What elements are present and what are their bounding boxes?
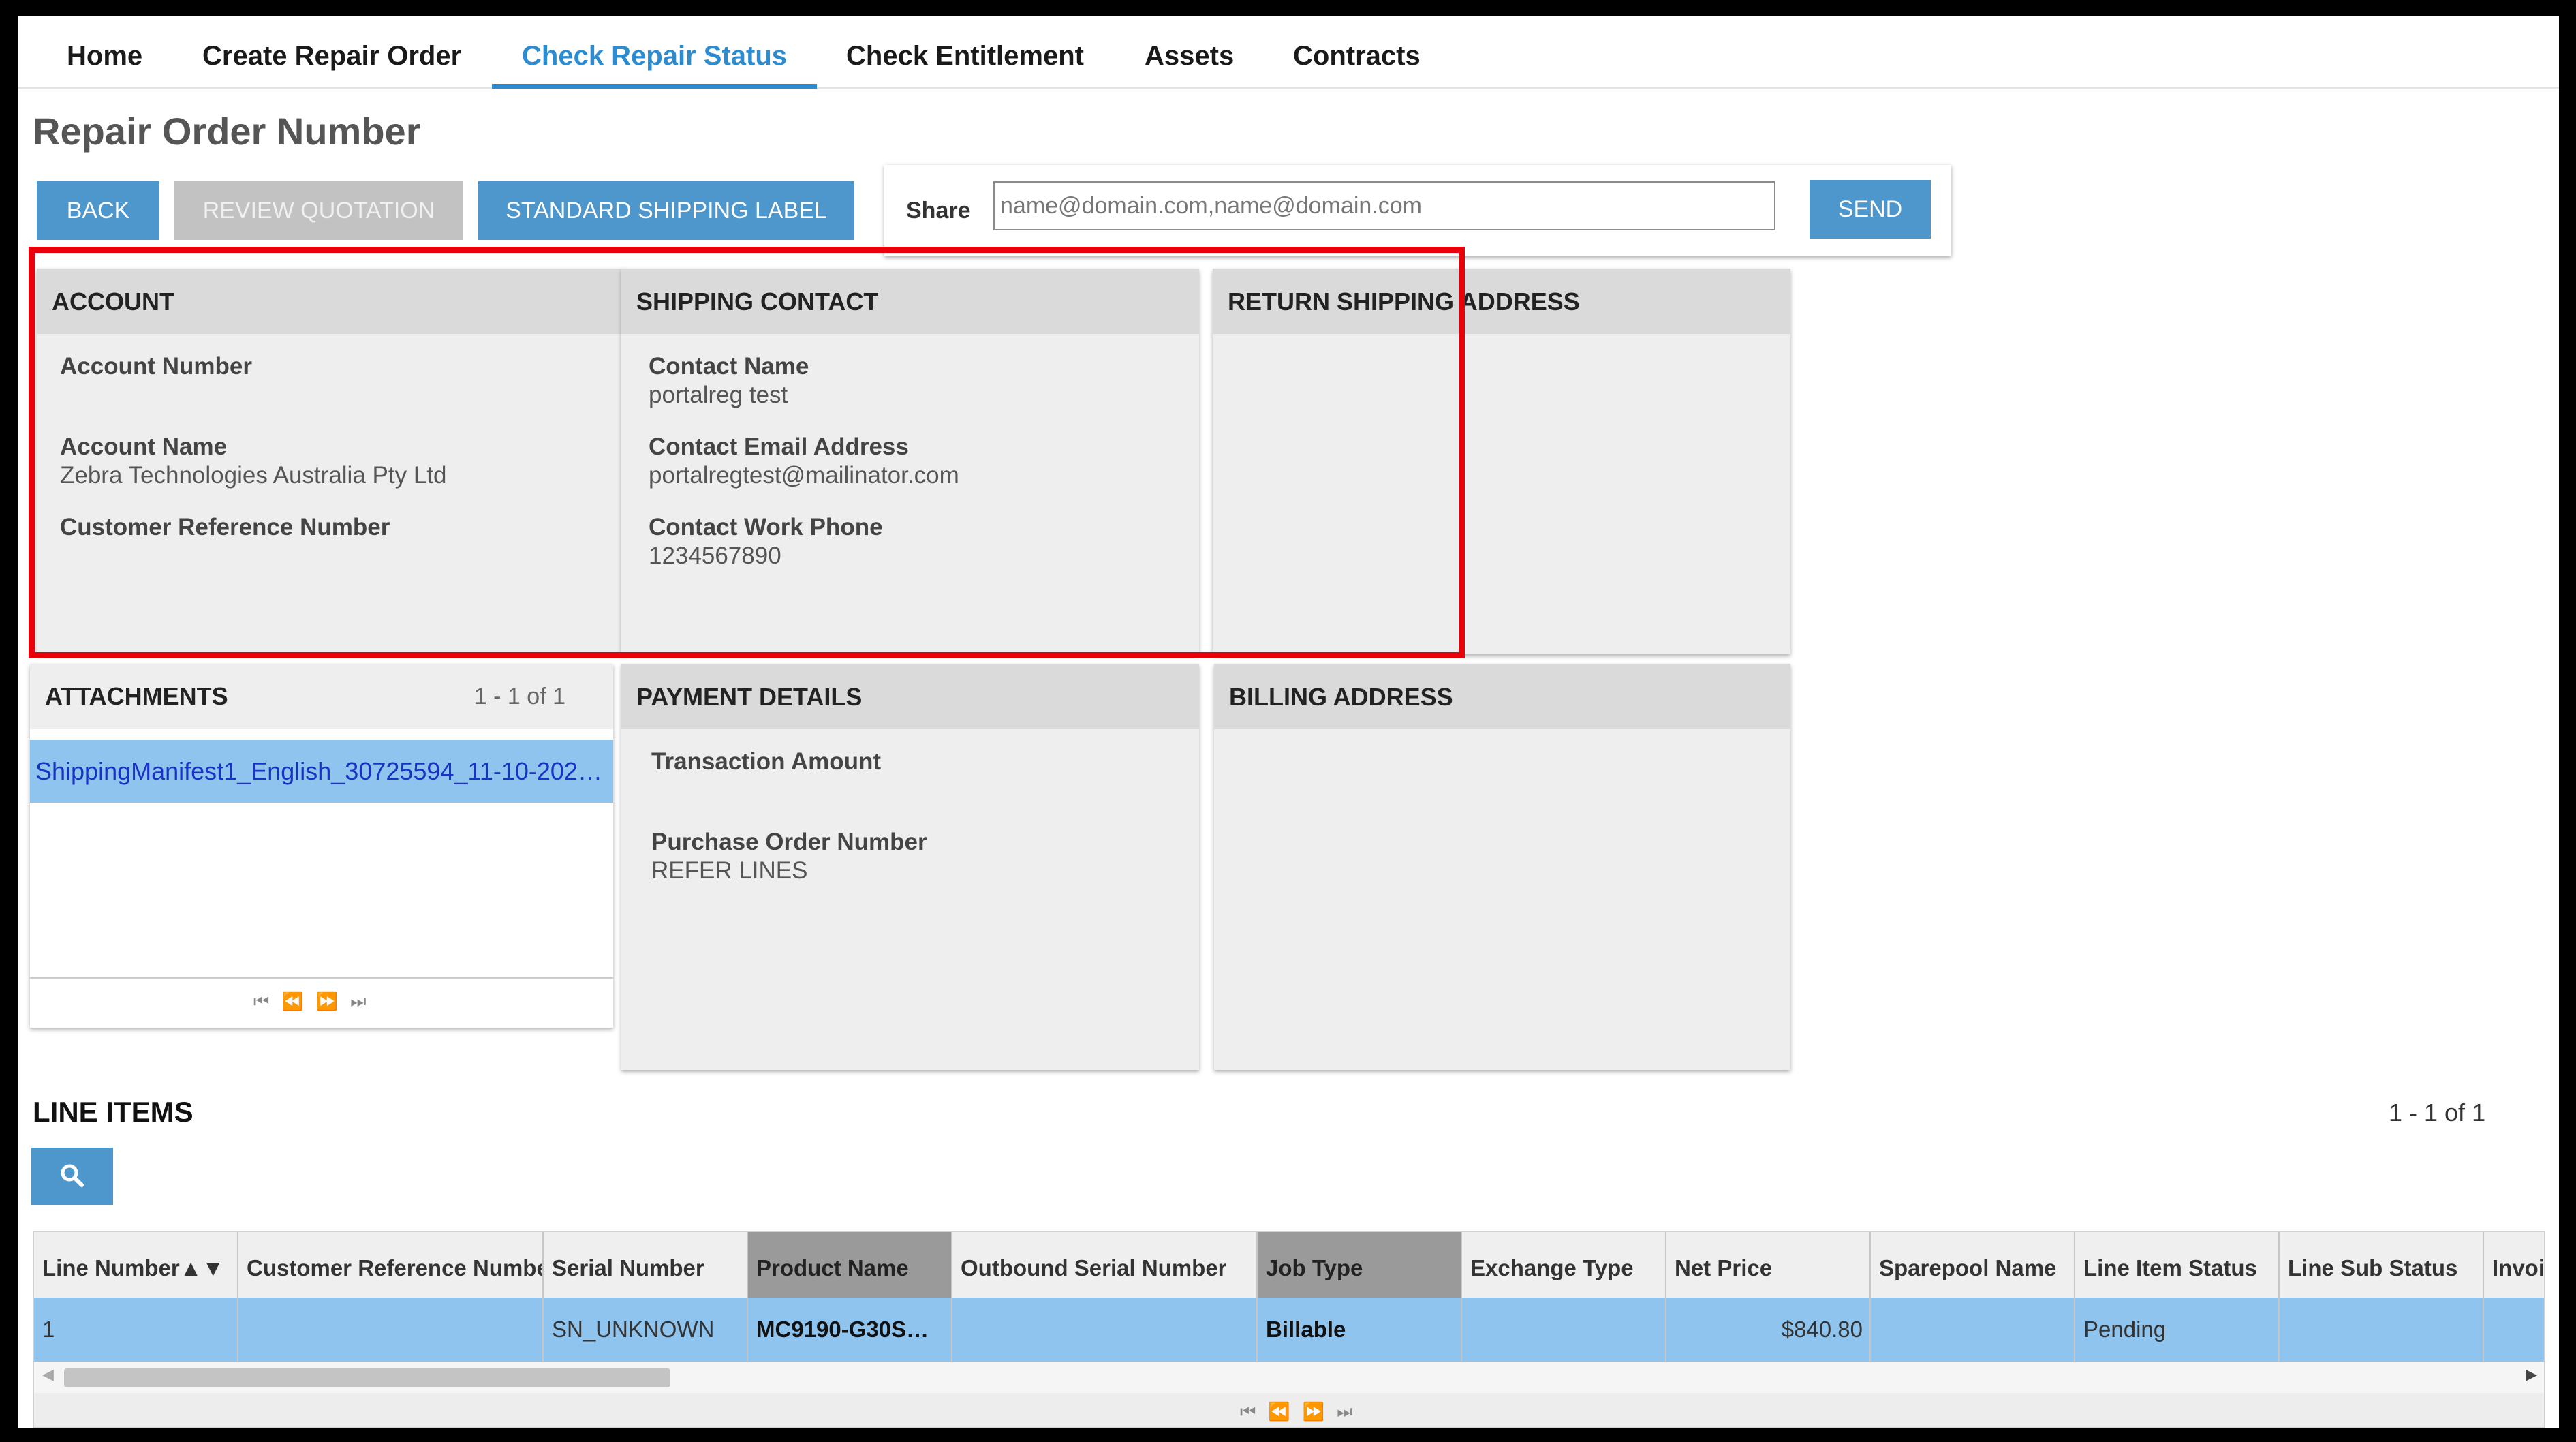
shipping-contact-title: SHIPPING CONTACT (621, 269, 1199, 334)
pager-icons[interactable]: ⏮⏪⏩⏭ (253, 991, 379, 1013)
search-icon (61, 1164, 84, 1187)
cell-line-sub-status (2280, 1298, 2484, 1362)
attachments-header: ATTACHMENTS 1 - 1 of 1 (30, 664, 613, 729)
page-title: Repair Order Number (33, 110, 421, 153)
billing-address-title: BILLING ADDRESS (1214, 664, 1790, 729)
contact-phone-value: 1234567890 (649, 542, 781, 569)
return-shipping-address-title: RETURN SHIPPING ADDRESS (1213, 269, 1790, 334)
cell-serial-number: SN_UNKNOWN (544, 1298, 748, 1362)
contact-email-field: Contact Email Address portalregtest@mail… (649, 433, 959, 489)
contact-email-value: portalregtest@mailinator.com (649, 462, 959, 489)
scrollbar-thumb[interactable] (64, 1368, 670, 1387)
account-panel: ACCOUNT Account Number Account Name Zebr… (37, 269, 625, 654)
purchase-order-field: Purchase Order Number REFER LINES (651, 829, 927, 885)
col-line-item-status[interactable]: Line Item Status (2075, 1232, 2280, 1298)
col-serial-number[interactable]: Serial Number (544, 1232, 748, 1298)
line-items-count: 1 - 1 of 1 (2389, 1099, 2486, 1126)
contact-name-label: Contact Name (649, 353, 809, 380)
attachments-title: ATTACHMENTS (45, 682, 228, 710)
share-label: Share (906, 198, 971, 224)
payment-details-title: PAYMENT DETAILS (621, 664, 1199, 729)
grid-pager-icons[interactable]: ⏮⏪⏩⏭ (1240, 1401, 1365, 1423)
attachments-panel: ATTACHMENTS 1 - 1 of 1 ShippingManifest1… (30, 664, 613, 1028)
contact-phone-label: Contact Work Phone (649, 514, 883, 540)
cell-line-number: 1 (34, 1298, 238, 1362)
standard-shipping-label-button[interactable]: STANDARD SHIPPING LABEL (478, 181, 854, 240)
cell-line-item-status: Pending (2075, 1298, 2280, 1362)
purchase-order-value: REFER LINES (651, 857, 808, 884)
customer-reference-label: Customer Reference Number (60, 514, 390, 540)
col-customer-reference[interactable]: Customer Reference Number (238, 1232, 544, 1298)
scroll-left-icon[interactable]: ◀ (42, 1366, 54, 1383)
contact-name-field: Contact Name portalreg test (649, 353, 809, 409)
account-number-field: Account Number (60, 353, 252, 382)
col-exchange-type[interactable]: Exchange Type (1462, 1232, 1666, 1298)
cell-job-type: Billable (1258, 1298, 1462, 1362)
account-name-label: Account Name (60, 433, 228, 460)
line-items-title: LINE ITEMS (33, 1096, 193, 1128)
cell-product-name: MC9190-G30S… (748, 1298, 952, 1362)
account-title: ACCOUNT (37, 269, 625, 334)
shipping-contact-panel: SHIPPING CONTACT Contact Name portalreg … (621, 269, 1199, 654)
scroll-right-icon[interactable]: ▶ (2526, 1366, 2537, 1383)
tab-contracts[interactable]: Contracts (1293, 16, 1421, 87)
line-items-grid: Line Number▲▼ Customer Reference Number … (33, 1231, 2545, 1428)
app-window: Home Create Repair Order Check Repair St… (18, 16, 2559, 1428)
back-button[interactable]: BACK (37, 181, 159, 240)
horizontal-scrollbar[interactable]: ◀ ▶ (34, 1362, 2544, 1393)
attachment-item[interactable]: ShippingManifest1_English_30725594_11-10… (30, 740, 613, 803)
col-line-sub-status[interactable]: Line Sub Status (2280, 1232, 2484, 1298)
top-nav: Home Create Repair Order Check Repair St… (18, 16, 2559, 89)
col-net-price[interactable]: Net Price (1666, 1232, 1871, 1298)
purchase-order-label: Purchase Order Number (651, 829, 927, 855)
send-button[interactable]: SEND (1810, 180, 1931, 239)
contact-phone-field: Contact Work Phone 1234567890 (649, 514, 883, 570)
return-shipping-address-panel: RETURN SHIPPING ADDRESS (1213, 269, 1790, 654)
col-line-number[interactable]: Line Number▲▼ (34, 1232, 238, 1298)
cell-customer-reference (238, 1298, 544, 1362)
contact-name-value: portalreg test (649, 382, 788, 408)
share-box: Share SEND (884, 165, 1951, 256)
cell-invoice (2484, 1298, 2544, 1362)
tab-assets[interactable]: Assets (1145, 16, 1234, 87)
transaction-amount-field: Transaction Amount (651, 748, 881, 777)
table-row[interactable]: 1 SN_UNKNOWN MC9190-G30S… Billable $840.… (34, 1298, 2544, 1362)
grid-header-row: Line Number▲▼ Customer Reference Number … (34, 1232, 2544, 1298)
attachments-pager: ⏮⏪⏩⏭ (30, 977, 613, 1028)
tab-check-entitlement[interactable]: Check Entitlement (846, 16, 1084, 87)
account-number-label: Account Number (60, 353, 252, 380)
cell-sparepool-name (1871, 1298, 2075, 1362)
account-name-field: Account Name Zebra Technologies Australi… (60, 433, 446, 489)
billing-address-panel: BILLING ADDRESS (1214, 664, 1790, 1070)
review-quotation-button[interactable]: REVIEW QUOTATION (174, 181, 463, 240)
cell-outbound-serial (952, 1298, 1258, 1362)
tab-check-repair-status[interactable]: Check Repair Status (491, 16, 818, 89)
customer-reference-field: Customer Reference Number (60, 514, 390, 542)
tab-home[interactable]: Home (67, 16, 142, 87)
contact-email-label: Contact Email Address (649, 433, 909, 460)
account-name-value: Zebra Technologies Australia Pty Ltd (60, 462, 447, 489)
tab-create-repair-order[interactable]: Create Repair Order (202, 16, 461, 87)
payment-details-panel: PAYMENT DETAILS Transaction Amount Purch… (621, 664, 1199, 1070)
col-invoice[interactable]: Invoi (2484, 1232, 2544, 1298)
cell-net-price: $840.80 (1666, 1298, 1871, 1362)
cell-exchange-type (1462, 1298, 1666, 1362)
search-button[interactable] (31, 1148, 113, 1205)
col-sparepool-name[interactable]: Sparepool Name (1871, 1232, 2075, 1298)
transaction-amount-label: Transaction Amount (651, 748, 882, 775)
col-job-type[interactable]: Job Type (1258, 1232, 1462, 1298)
share-email-input[interactable] (993, 181, 1775, 230)
attachments-count: 1 - 1 of 1 (474, 684, 565, 709)
col-outbound-serial[interactable]: Outbound Serial Number (952, 1232, 1258, 1298)
col-product-name[interactable]: Product Name (748, 1232, 952, 1298)
